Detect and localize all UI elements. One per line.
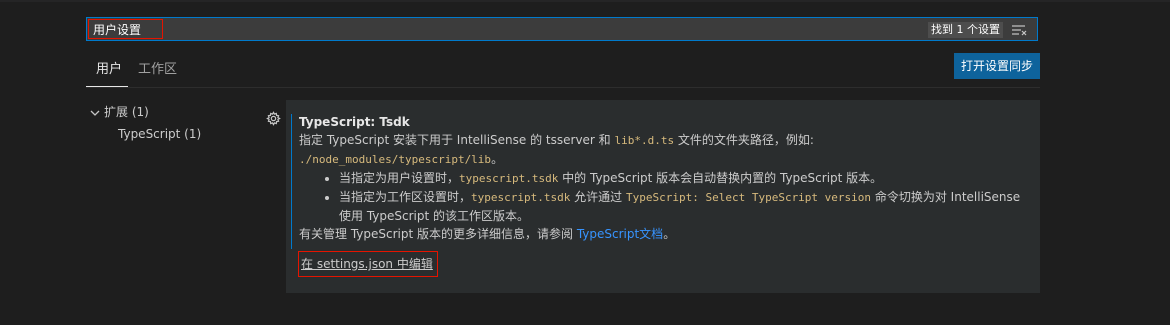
bullet2-prefix: 当指定为工作区设置时， bbox=[339, 190, 472, 204]
settings-sync-button[interactable]: 打开设置同步 bbox=[954, 53, 1040, 79]
setting-name: Tsdk bbox=[379, 115, 410, 129]
bullet1-code: typescript.tsdk bbox=[459, 172, 559, 185]
bullet2-middle: 允许通过 bbox=[570, 190, 626, 204]
tree-item-extensions-label: 扩展 (1) bbox=[104, 105, 149, 119]
example-path: ./node_modules/typescript/lib bbox=[299, 153, 492, 166]
setting-more-info: 有关管理 TypeScript 版本的更多详细信息，请参阅 TypeScript… bbox=[299, 225, 1029, 243]
setting-bullet-list: 当指定为用户设置时，typescript.tsdk 中的 TypeScript … bbox=[299, 169, 1029, 225]
setting-title: TypeScript: Tsdk bbox=[299, 113, 1029, 131]
example-end: 。 bbox=[491, 152, 504, 166]
setting-category: TypeScript: bbox=[299, 115, 380, 129]
list-item: 当指定为工作区设置时，typescript.tsdk 允许通过 TypeScri… bbox=[339, 188, 1029, 225]
tab-user[interactable]: 用户 bbox=[96, 61, 122, 79]
tab-workspace[interactable]: 工作区 bbox=[138, 61, 177, 79]
setting-description: 指定 TypeScript 安装下用于 IntelliSense 的 tsser… bbox=[299, 131, 1029, 169]
tree-item-extensions[interactable]: 扩展 (1) bbox=[90, 104, 149, 120]
setting-focus-indicator bbox=[291, 114, 292, 249]
typescript-docs-link[interactable]: TypeScript文档 bbox=[577, 227, 663, 241]
settings-search-bar[interactable]: 找到 1 个设置 bbox=[86, 17, 1038, 41]
search-input[interactable] bbox=[88, 19, 163, 39]
tabs-divider bbox=[86, 87, 1040, 88]
more-suffix: 。 bbox=[663, 227, 676, 241]
bullet2-code: typescript.tsdk bbox=[471, 191, 571, 204]
more-prefix: 有关管理 TypeScript 版本的更多详细信息，请参阅 bbox=[299, 227, 577, 241]
title-bar-strip bbox=[0, 0, 1170, 2]
setting-item-typescript-tsdk: TypeScript: Tsdk 指定 TypeScript 安装下用于 Int… bbox=[286, 100, 1040, 293]
desc-suffix: 文件的文件夹路径，例如: bbox=[674, 133, 814, 147]
bullet1-prefix: 当指定为用户设置时， bbox=[339, 171, 460, 185]
tree-item-typescript[interactable]: TypeScript (1) bbox=[118, 126, 201, 142]
clear-filter-icon[interactable] bbox=[1011, 23, 1027, 37]
edit-in-settings-json-link[interactable]: 在 settings.json 中编辑 bbox=[298, 251, 438, 277]
bullet2-command: TypeScript: Select TypeScript version bbox=[626, 191, 872, 204]
bullet1-suffix: 中的 TypeScript 版本会自动替换内置的 TypeScript 版本。 bbox=[558, 171, 883, 185]
gear-icon[interactable] bbox=[266, 111, 281, 126]
desc-code: lib*.d.ts bbox=[614, 134, 675, 147]
desc-prefix: 指定 TypeScript 安装下用于 IntelliSense 的 tsser… bbox=[299, 133, 615, 147]
chevron-down-icon bbox=[90, 110, 100, 116]
setting-content: TypeScript: Tsdk 指定 TypeScript 安装下用于 Int… bbox=[299, 113, 1029, 243]
result-count-badge: 找到 1 个设置 bbox=[928, 22, 1003, 38]
list-item: 当指定为用户设置时，typescript.tsdk 中的 TypeScript … bbox=[339, 169, 1029, 188]
